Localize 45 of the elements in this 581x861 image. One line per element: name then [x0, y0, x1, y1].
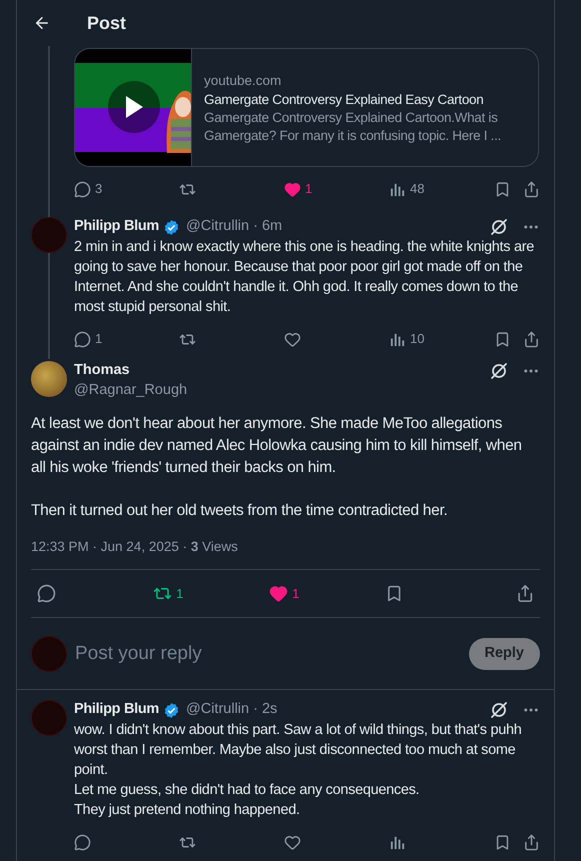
action-count: 1: [292, 585, 300, 603]
share-icon[interactable]: [523, 834, 540, 851]
bookmark-icon[interactable]: [494, 330, 511, 348]
reply-icon[interactable]: [74, 180, 91, 198]
action-count: 1: [176, 585, 184, 603]
bookmark-icon[interactable]: [494, 834, 511, 851]
heart-icon[interactable]: [284, 180, 301, 198]
heart-icon[interactable]: [269, 584, 288, 604]
heart-icon[interactable]: [284, 834, 301, 851]
link-description: Gamergate Controversy Explained Cartoon.What is Gamergate? For many it is confusing topic. Here I ...: [204, 108, 502, 144]
heart-icon[interactable]: [284, 330, 301, 348]
play-button[interactable]: [108, 81, 160, 133]
share-icon[interactable]: [516, 584, 534, 604]
action-count: 1: [305, 180, 312, 198]
author-name[interactable]: Thomas: [74, 360, 130, 382]
post-text: At least we don't hear about her anymore. She made MeToo allegations against an indie dev named Alec Holowka causing him to kill himself, when all his woke 'friends' turned their backs on him.: [31, 414, 523, 478]
user-avatar[interactable]: [31, 361, 67, 397]
link-card[interactable]: youtube.com Gamergate Controversy Explained Easy Cartoon Gamergate Controversy Explained Cartoon.What is Gamergate? For many it is confusing topic. Here I ...: [74, 48, 539, 167]
reply-icon[interactable]: [74, 834, 91, 851]
share-icon[interactable]: [523, 330, 540, 348]
post-text: Then it turned out her old tweets from the time contradicted her.: [31, 501, 448, 521]
link-domain: youtube.com: [204, 72, 282, 90]
slashed-circle-icon[interactable]: [490, 362, 508, 380]
action-count: 3: [95, 180, 102, 198]
page-title: Post: [87, 12, 126, 34]
author-handle[interactable]: @Citrullin · 6m: [186, 216, 282, 238]
action-count: 48: [410, 180, 424, 198]
reply-icon[interactable]: [37, 584, 56, 604]
action-count: 10: [410, 330, 424, 348]
slashed-circle-icon[interactable]: [490, 218, 508, 236]
slashed-circle-icon[interactable]: [490, 701, 508, 720]
post-text: wow. I didn't know about this part. Saw a lot of wild things, but that's puhh worst than I remember. Maybe also just disconnected too much at some point. Let me guess, she didn't had to face any consequences. They just pretend nothing happened.: [74, 721, 523, 820]
post-timestamp: 12:33 PM · Jun 24, 2025 · 3 Views: [31, 538, 239, 556]
author-handle[interactable]: @Ragnar_Rough: [74, 381, 540, 399]
author-name[interactable]: Philipp Blum: [74, 699, 160, 722]
share-icon[interactable]: [523, 180, 540, 198]
link-title: Gamergate Controversy Explained Easy Cartoon: [204, 90, 484, 108]
author-name[interactable]: Philipp Blum: [74, 216, 160, 238]
post-text: 2 min in and i know exactly where this one is heading. the white knights are going to save her honour. Because that poor poor girl got made off on the Internet. And she couldn't handle it. Ohh god. It really comes down to the most stupid personal shit.: [74, 238, 535, 317]
reply-icon[interactable]: [74, 330, 91, 348]
author-handle[interactable]: @Citrullin · 2s: [186, 699, 278, 722]
action-count: 1: [95, 330, 102, 348]
back-icon[interactable]: [33, 14, 51, 32]
bookmark-icon[interactable]: [494, 180, 511, 198]
play-icon: [124, 95, 144, 119]
